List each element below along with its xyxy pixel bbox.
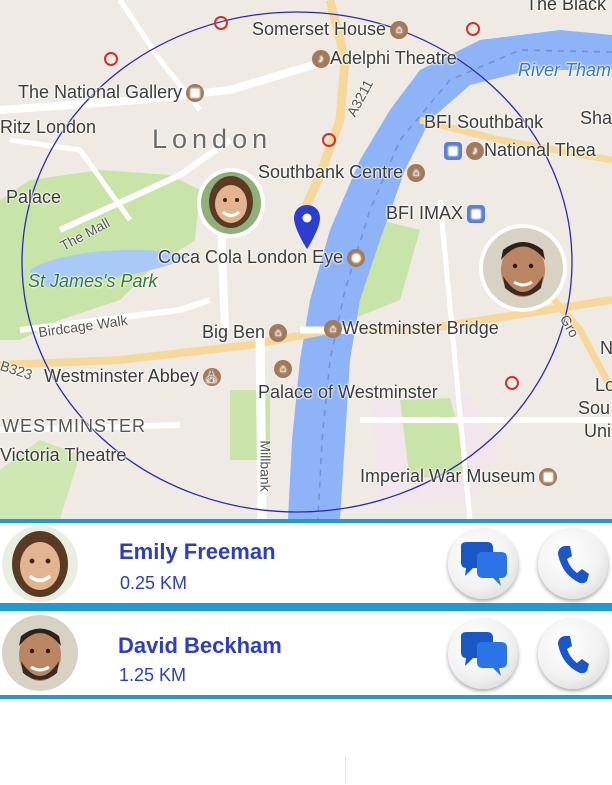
landmark-icon: ⌂ [269,324,288,343]
contact-row[interactable]: Emily Freeman 0.25 KM [0,519,612,607]
landmark-icon: ⌂ [274,360,292,379]
map-label-palace[interactable]: Palace [6,187,61,208]
map-label-bfi-imax[interactable]: BFI IMAX ▦ [386,203,486,224]
girl-avatar-icon [201,172,261,234]
map-label-ritz-london[interactable]: Ritz London [0,117,96,138]
map-label-national-theatre[interactable]: ▦ ♪ National Thea [440,140,596,161]
contact-name: David Beckham [118,633,282,658]
map-label-sou: Sou [578,398,611,418]
map-avatar-david[interactable] [483,228,563,308]
map-label-millbank: Millbank [257,440,274,492]
contact-distance: 1.25 KM [119,665,187,685]
contact-distance: 0.25 KM [120,573,188,593]
divider [345,756,346,784]
map-label-palace-westminster-icon[interactable]: ⌂ [270,358,292,379]
phone-icon [558,636,589,674]
chat-bubbles-icon [461,632,507,676]
map-label-lo: Lo [595,375,612,395]
chat-button[interactable] [448,619,518,689]
chat-bubbles-icon [461,542,507,586]
map-label-national-gallery[interactable]: The National Gallery ▦ [18,82,205,103]
map-label-westminster-bridge[interactable]: ⌂ Westminster Bridge [320,318,499,339]
map-label-southbank-centre[interactable]: Southbank Centre ⌂ [258,162,426,183]
museum-icon: ▦ [186,84,205,103]
theatre-icon: ▦ [444,142,462,161]
man-avatar-icon [483,228,563,308]
phone-icon [558,546,589,584]
church-icon: ⛪ [202,368,221,387]
tube-station-icon [214,16,228,30]
theatre-icon: ♪ [466,142,484,161]
map-label-st-james-park[interactable]: St James's Park [28,271,157,292]
man-avatar-icon [2,615,78,691]
theatre-icon: ♪ [312,50,330,69]
contact-row[interactable]: David Beckham 1.25 KM [0,607,612,699]
map-label-london-eye[interactable]: Coca Cola London Eye ◉ [158,247,366,268]
map-label-n: N [600,338,612,358]
avatar[interactable] [2,526,78,602]
tube-station-icon [466,22,480,36]
tube-station-icon [104,52,118,66]
map-label-the-black: The Black [526,0,607,14]
map-label-victoria-theatre[interactable]: Victoria Theatre [0,445,126,466]
map-label-somerset-house[interactable]: Somerset House ⌂ [252,19,409,40]
map-label-sha: Sha [580,108,612,128]
tube-station-icon [505,376,519,390]
landmark-icon: ⌂ [390,21,409,40]
map-label-imperial-war-museum[interactable]: Imperial War Museum ▦ [360,466,558,487]
map-label-bfi-southbank[interactable]: BFI Southbank [424,112,543,133]
call-button[interactable] [538,529,608,599]
attraction-icon: ◉ [347,249,366,268]
map-label-big-ben[interactable]: Big Ben ⌂ [202,322,288,343]
map-label-london: London [152,124,273,154]
call-button[interactable] [538,619,608,689]
museum-icon: ▦ [539,468,558,487]
map-label-uni: Uni [584,421,612,441]
map-label-palace-of-westminster[interactable]: Palace of Westminster [258,382,438,403]
landmark-icon: ⌂ [407,164,426,183]
cinema-icon: ▦ [467,205,486,224]
map-avatar-emily[interactable] [201,172,261,234]
map-label-adelphi-theatre[interactable]: ♪ Adelphi Theatre [308,48,457,69]
map-label-westminster: WESTMINSTER [2,416,146,436]
chat-button[interactable] [448,529,518,599]
bridge-icon: ⌂ [324,320,342,339]
map-view[interactable]: Somerset House ⌂ ♪ Adelphi Theatre River T… [0,0,612,519]
contact-name: Emily Freeman [119,539,276,564]
tube-station-icon [322,133,336,147]
girl-avatar-icon [2,526,78,602]
avatar[interactable] [2,615,78,691]
map-label-westminster-abbey[interactable]: Westminster Abbey ⛪ [44,366,221,387]
map-label-river-thames: River Tham [518,60,612,80]
